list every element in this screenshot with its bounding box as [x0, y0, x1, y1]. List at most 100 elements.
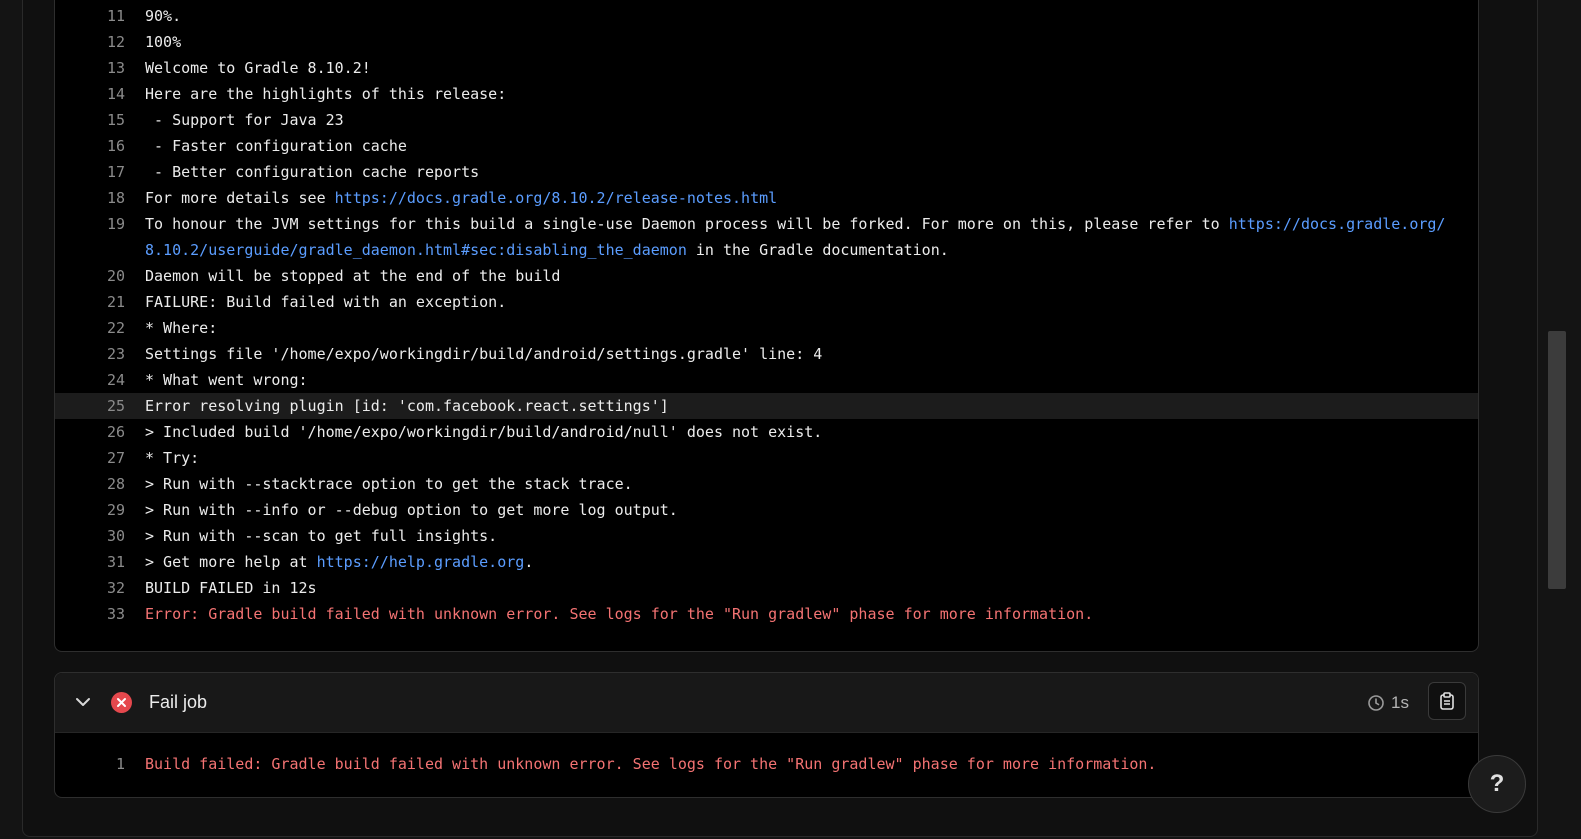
log-line: 33 Error: Gradle build failed with unknow…	[55, 601, 1478, 627]
error-x-icon	[111, 692, 132, 713]
line-number: 23	[106, 345, 125, 363]
line-number: 33	[106, 605, 125, 623]
log-text: - Support for Java 23	[145, 107, 1455, 133]
line-number: 20	[106, 267, 125, 285]
log-text: Error: Gradle build failed with unknown …	[145, 601, 1455, 627]
line-number: 24	[106, 371, 125, 389]
log-text: Settings file '/home/expo/workingdir/bui…	[145, 341, 1455, 367]
log-text-content: * What went wrong:	[145, 371, 308, 389]
line-number: 28	[106, 475, 125, 493]
log-text: 90%.	[145, 3, 1455, 29]
fail-job-section: Fail job 1s 1 Build failed: Gradle build …	[54, 672, 1479, 798]
log-text-content: 90%.	[145, 7, 182, 25]
log-text: Daemon will be stopped at the end of the…	[145, 263, 1455, 289]
log-text-content: Error: Gradle build failed with unknown …	[145, 605, 1094, 623]
log-line: 29 > Run with --info or --debug option to…	[55, 497, 1478, 523]
log-text-content: - Faster configuration cache	[145, 137, 407, 155]
line-number: 22	[106, 319, 125, 337]
log-text-after-link: in the Gradle documentation.	[686, 241, 949, 259]
log-text: * Try:	[145, 445, 1455, 471]
line-number: 15	[106, 111, 125, 129]
log-line: 24 * What went wrong:	[55, 367, 1478, 393]
log-text: To honour the JVM settings for this buil…	[145, 211, 1455, 263]
log-line: 32 BUILD FAILED in 12s	[55, 575, 1478, 601]
log-text: > Run with --stacktrace option to get th…	[145, 471, 1455, 497]
fail-job-title: Fail job	[149, 692, 208, 712]
log-lines: 11 90%. 12 100% 13 Welcome to Gradle 8.10.2! 1…	[55, 3, 1478, 627]
log-text: Welcome to Gradle 8.10.2!	[145, 55, 1455, 81]
log-text-content: Daemon will be stopped at the end of the…	[145, 267, 561, 285]
log-text: - Better configuration cache reports	[145, 159, 1455, 185]
log-text: 100%	[145, 29, 1455, 55]
log-text-content: BUILD FAILED in 12s	[145, 579, 317, 597]
line-number: 14	[106, 85, 125, 103]
log-text-content: * Where:	[145, 319, 218, 337]
help-button[interactable]: ?	[1468, 755, 1526, 813]
log-text-content: - Support for Java 23	[145, 111, 344, 129]
log-text-content: - Better configuration cache reports	[145, 163, 480, 181]
log-text: * Where:	[145, 315, 1455, 341]
fail-job-log-lines: 1 Build failed: Gradle build failed with …	[55, 751, 1478, 777]
log-line: 19 To honour the JVM settings for this bu…	[55, 211, 1478, 263]
log-line: 27 * Try:	[55, 445, 1478, 471]
line-number: 30	[106, 527, 125, 545]
log-text-content: 100%	[145, 33, 182, 51]
log-line: 16 - Faster configuration cache	[55, 133, 1478, 159]
log-line: 14 Here are the highlights of this releas…	[55, 81, 1478, 107]
line-number: 21	[106, 293, 125, 311]
log-text-content: FAILURE: Build failed with an exception.	[145, 293, 507, 311]
log-text-content: Settings file '/home/expo/workingdir/bui…	[145, 345, 823, 363]
line-number: 12	[106, 33, 125, 51]
log-text-content: * Try:	[145, 449, 200, 467]
line-number: 29	[106, 501, 125, 519]
log-text: > Get more help at https://help.gradle.o…	[145, 549, 1455, 575]
log-text: BUILD FAILED in 12s	[145, 575, 1455, 601]
line-number: 16	[106, 137, 125, 155]
log-line: 18 For more details see https://docs.grad…	[55, 185, 1478, 211]
log-line: 22 * Where:	[55, 315, 1478, 341]
log-text-content: Error resolving plugin [id: 'com.faceboo…	[145, 397, 669, 415]
clock-icon	[1368, 695, 1384, 711]
line-number: 1	[115, 755, 125, 773]
log-text-after-link: .	[524, 553, 534, 571]
log-text-content: > Run with --scan to get full insights.	[145, 527, 498, 545]
log-line: 31 > Get more help at https://help.gradle…	[55, 549, 1478, 575]
fail-job-header[interactable]: Fail job 1s	[55, 673, 1478, 733]
log-text-content: > Run with --info or --debug option to g…	[145, 501, 678, 519]
log-line: 21 FAILURE: Build failed with an exceptio…	[55, 289, 1478, 315]
log-text: - Faster configuration cache	[145, 133, 1455, 159]
log-text-content: To honour the JVM settings for this buil…	[145, 215, 1229, 233]
log-link[interactable]: https://docs.gradle.org/8.10.2/release-n…	[335, 189, 778, 207]
line-number: 18	[106, 189, 125, 207]
chevron-down-icon[interactable]	[74, 693, 92, 711]
line-number: 32	[106, 579, 125, 597]
log-line: 13 Welcome to Gradle 8.10.2!	[55, 55, 1478, 81]
log-text: Here are the highlights of this release:	[145, 81, 1455, 107]
log-text-content: For more details see	[145, 189, 335, 207]
log-text-content: Build failed: Gradle build failed with u…	[145, 755, 1157, 773]
log-link[interactable]: https://help.gradle.org	[317, 553, 525, 571]
log-line: 28 > Run with --stacktrace option to get …	[55, 471, 1478, 497]
log-line: 26 > Included build '/home/expo/workingdi…	[55, 419, 1478, 445]
log-text: FAILURE: Build failed with an exception.	[145, 289, 1455, 315]
log-line: 1 Build failed: Gradle build failed with …	[55, 751, 1478, 777]
log-line: 12 100%	[55, 29, 1478, 55]
run-gradlew-log-panel: 11 90%. 12 100% 13 Welcome to Gradle 8.10.2! 1…	[54, 0, 1479, 652]
log-line: 30 > Run with --scan to get full insights…	[55, 523, 1478, 549]
log-line: 23 Settings file '/home/expo/workingdir/b…	[55, 341, 1478, 367]
log-text: Error resolving plugin [id: 'com.faceboo…	[145, 393, 1455, 419]
log-line: 15 - Support for Java 23	[55, 107, 1478, 133]
line-number: 27	[106, 449, 125, 467]
log-text-content: Here are the highlights of this release:	[145, 85, 507, 103]
log-text: Build failed: Gradle build failed with u…	[145, 751, 1455, 777]
log-text: For more details see https://docs.gradle…	[145, 185, 1455, 211]
log-text-content: > Get more help at	[145, 553, 317, 571]
log-text: * What went wrong:	[145, 367, 1455, 393]
log-text: > Run with --scan to get full insights.	[145, 523, 1455, 549]
log-text-content: > Run with --stacktrace option to get th…	[145, 475, 633, 493]
log-text: > Included build '/home/expo/workingdir/…	[145, 419, 1455, 445]
page-scrollbar-thumb[interactable]	[1548, 331, 1566, 589]
log-text: > Run with --info or --debug option to g…	[145, 497, 1455, 523]
copy-logs-button[interactable]	[1428, 682, 1466, 720]
log-text-content: Welcome to Gradle 8.10.2!	[145, 59, 371, 77]
